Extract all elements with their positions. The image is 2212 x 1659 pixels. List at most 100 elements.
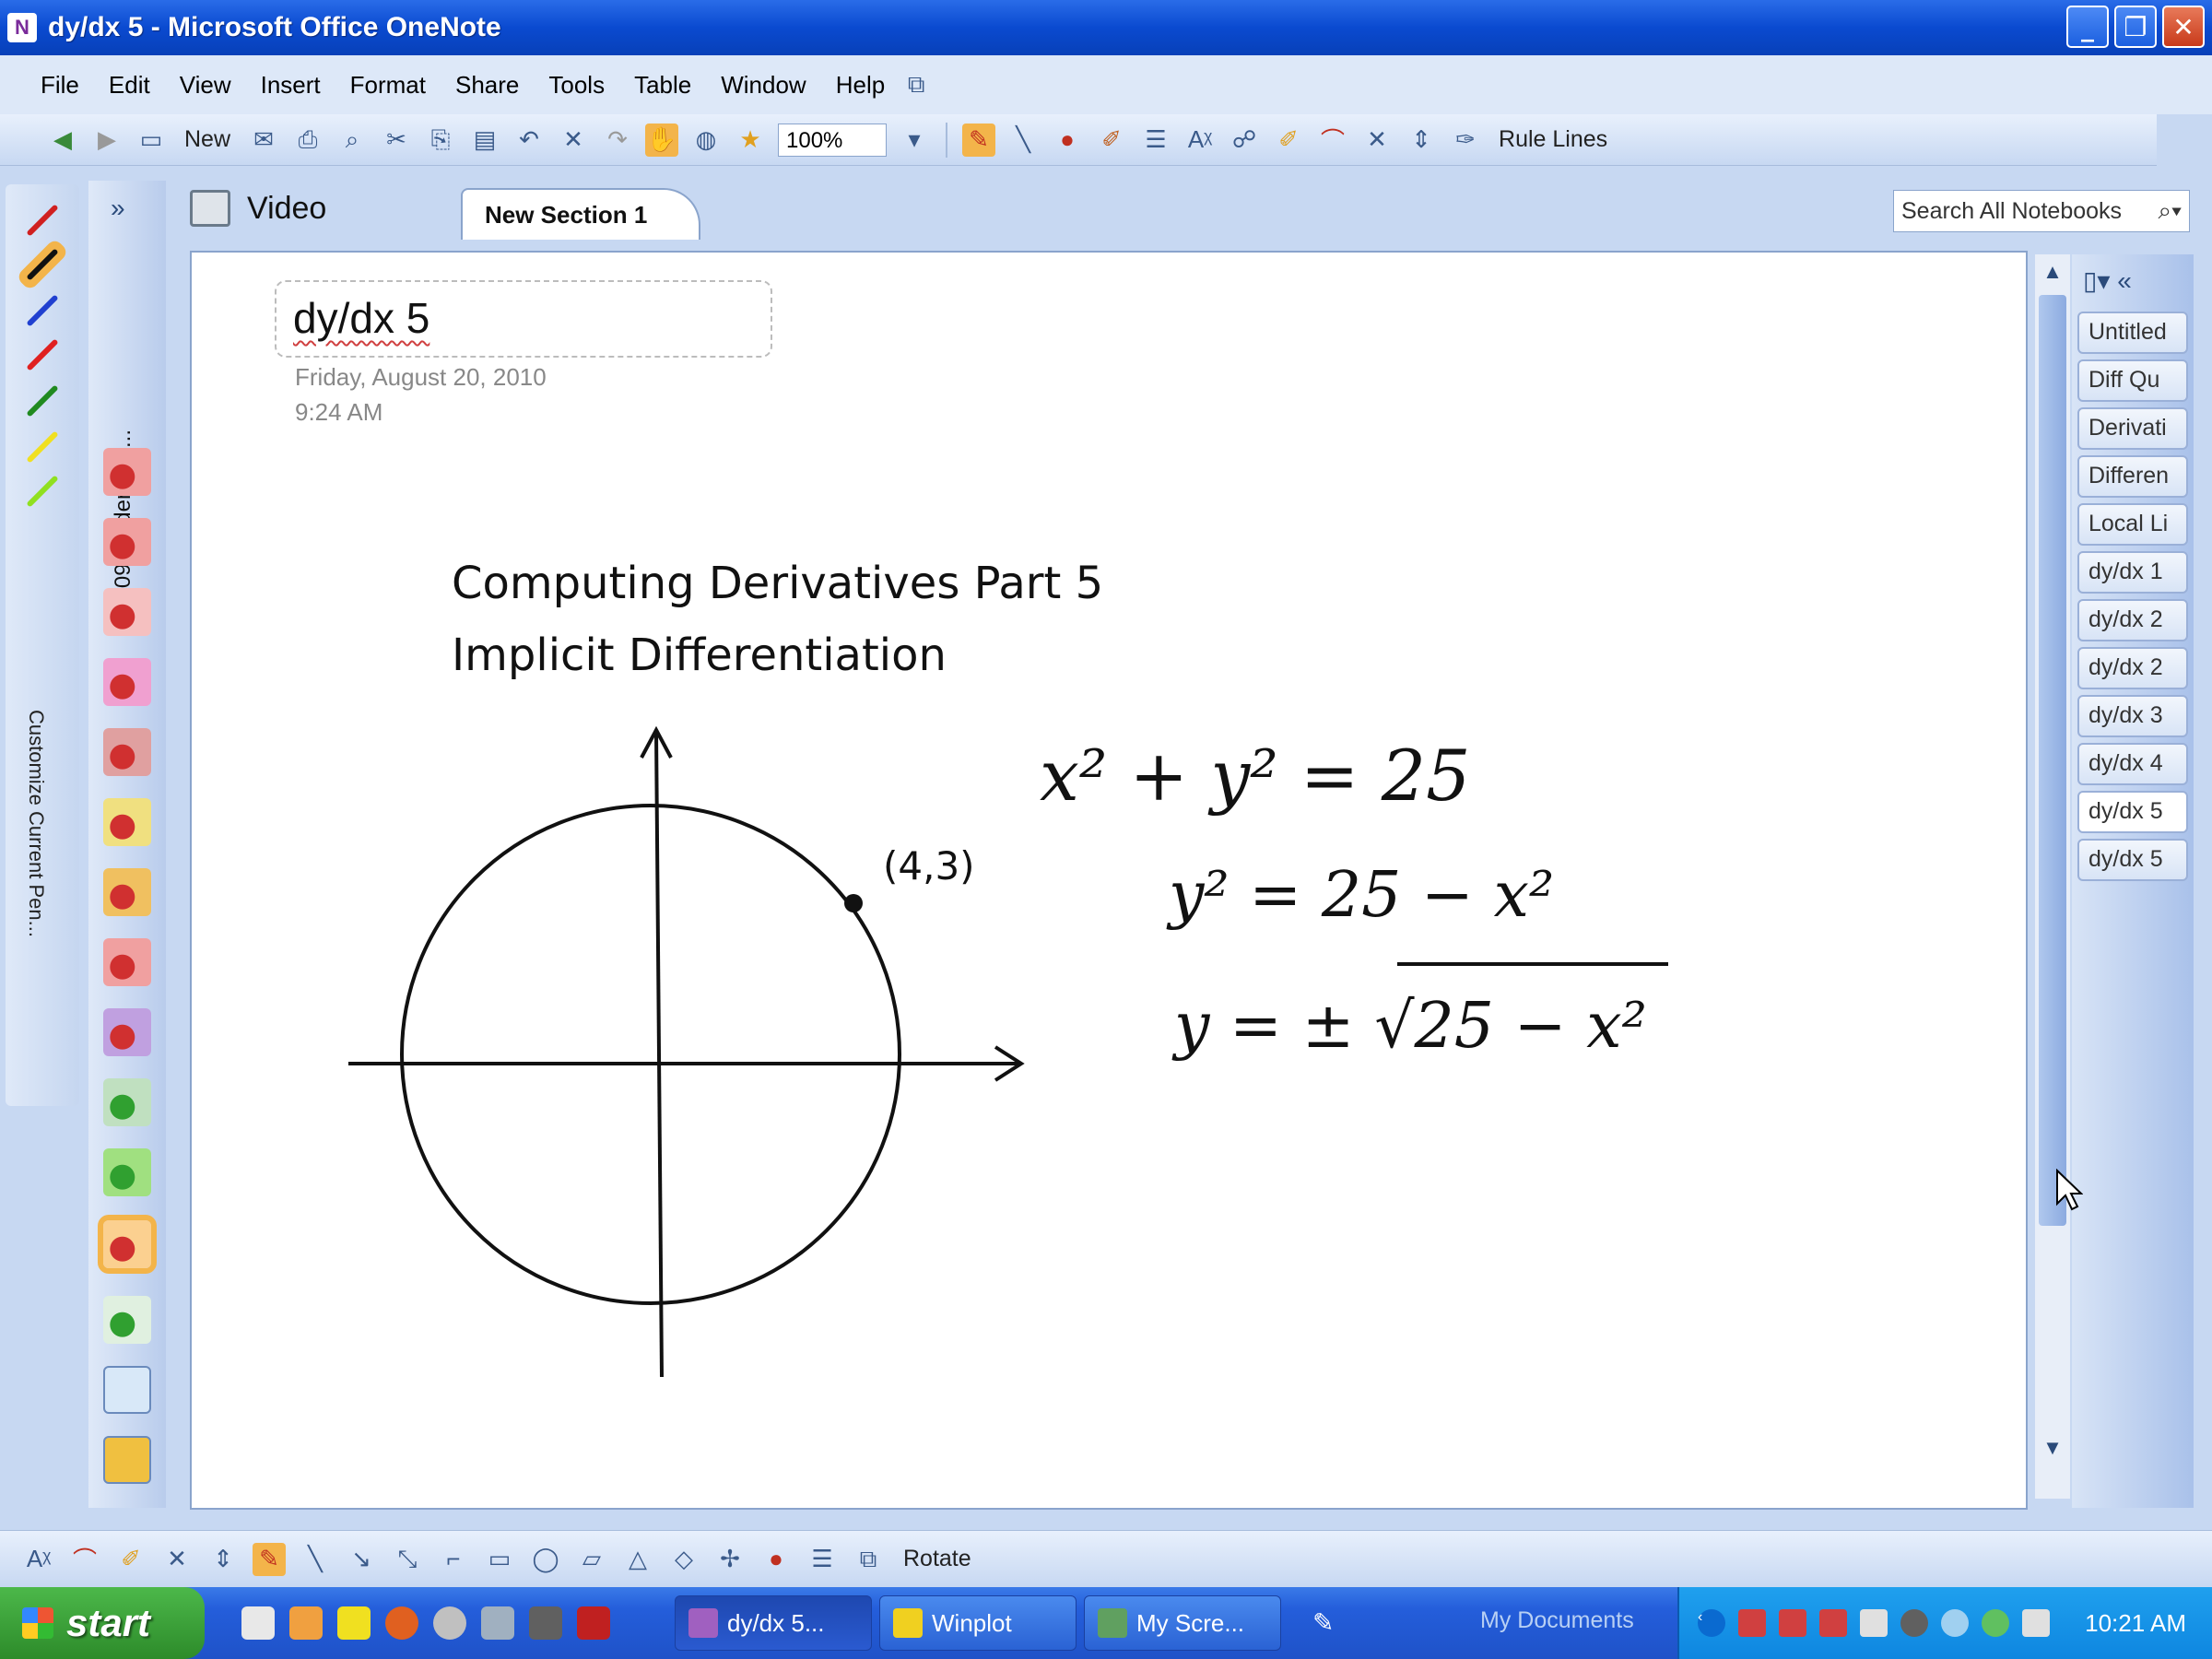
menu-window[interactable]: Window — [706, 71, 820, 100]
highlighter-icon[interactable]: ✐ — [1095, 124, 1128, 157]
lasso-select-icon[interactable]: ⌒ — [68, 1543, 101, 1576]
page-scrollbar[interactable]: ▲ ▼ — [2035, 254, 2070, 1499]
drive-icon[interactable] — [481, 1606, 514, 1640]
delete-icon[interactable]: ✕ — [557, 124, 590, 157]
page-tab[interactable]: Diff Qu — [2077, 359, 2188, 402]
task-my-screen[interactable]: My Scre... — [1084, 1595, 1281, 1651]
delete-ink-icon[interactable]: ✕ — [1360, 124, 1394, 157]
start-button[interactable]: start — [0, 1587, 205, 1659]
text-format-icon[interactable]: Aᵡ — [1183, 124, 1217, 157]
menu-help[interactable]: Help — [821, 71, 900, 100]
scroll-up-icon[interactable]: ▲ — [2041, 260, 2065, 284]
menu-insert[interactable]: Insert — [246, 71, 335, 100]
tray-icon-5[interactable] — [1900, 1609, 1928, 1637]
notebook-icon-1[interactable] — [103, 448, 151, 496]
rectangle-icon[interactable]: ▭ — [483, 1543, 516, 1576]
menu-edit[interactable]: Edit — [94, 71, 165, 100]
notebook-icon-4[interactable] — [103, 658, 151, 706]
unfiled-notes-icon[interactable] — [103, 1366, 151, 1414]
star-icon[interactable]: ★ — [734, 124, 767, 157]
page-tab-active[interactable]: dy/dx 5 — [2077, 791, 2188, 833]
eraser-icon[interactable]: ✐ — [1272, 124, 1305, 157]
notebook-icon-11[interactable] — [103, 1148, 151, 1196]
forward-icon[interactable]: ▶ — [90, 124, 124, 157]
parallelogram-icon[interactable]: ▱ — [575, 1543, 608, 1576]
print-preview-icon[interactable]: ⌕ — [335, 124, 369, 157]
ellipse-icon[interactable]: ◯ — [529, 1543, 562, 1576]
undo-icon[interactable]: ↶ — [512, 124, 546, 157]
notes-icon[interactable] — [337, 1606, 371, 1640]
arrow-icon[interactable]: ↘ — [345, 1543, 378, 1576]
notebook-icon-6[interactable] — [103, 798, 151, 846]
page-tab[interactable]: Local Li — [2077, 503, 2188, 546]
messenger-icon[interactable] — [289, 1606, 323, 1640]
new-page-icon[interactable]: ▭ — [135, 124, 168, 157]
research-icon[interactable]: ◍ — [689, 124, 723, 157]
thickness-icon[interactable]: ☰ — [806, 1543, 839, 1576]
pen-red-thin[interactable] — [26, 204, 59, 237]
pen-blue[interactable] — [26, 294, 59, 327]
notebook-icon-13[interactable] — [103, 1296, 151, 1344]
tray-icon-7[interactable] — [1982, 1609, 2009, 1637]
notebook-icon-9[interactable] — [103, 1008, 151, 1056]
tray-arrow-icon[interactable]: ‹ — [1698, 1609, 1725, 1637]
page-tab[interactable]: Differen — [2077, 455, 2188, 498]
ink-mode-icon[interactable]: ✑ — [1449, 124, 1482, 157]
tray-icon-4[interactable] — [1860, 1609, 1888, 1637]
notebook-icon-3[interactable] — [103, 588, 151, 636]
menu-format[interactable]: Format — [335, 71, 441, 100]
search-icon[interactable]: ⌕▾ — [2159, 196, 2182, 226]
insert-space-icon[interactable]: ⇕ — [1405, 124, 1438, 157]
email-icon[interactable]: ✉ — [247, 124, 280, 157]
pen-color-icon[interactable]: ● — [1051, 124, 1084, 157]
pen-black-selected[interactable] — [26, 248, 59, 281]
print-icon[interactable]: ⎙ — [291, 124, 324, 157]
double-arrow-icon[interactable]: ⤡ — [391, 1543, 424, 1576]
tray-icon-6[interactable] — [1941, 1609, 1969, 1637]
task-onenote[interactable]: dy/dx 5... — [675, 1595, 872, 1651]
insert-space-icon[interactable]: ⇕ — [206, 1543, 240, 1576]
onenote-app-icon[interactable]: N — [7, 13, 37, 42]
restore-button[interactable]: ❐ — [2114, 6, 2157, 48]
new-page-icon[interactable]: ▯▾ « — [2083, 265, 2132, 296]
page-tab[interactable]: dy/dx 3 — [2077, 695, 2188, 737]
filezilla-icon[interactable] — [577, 1606, 610, 1640]
page-tab[interactable]: Untitled — [2077, 312, 2188, 354]
notebook-icon-5[interactable] — [103, 728, 151, 776]
scroll-down-icon[interactable]: ▼ — [2041, 1436, 2065, 1460]
settings-icon[interactable] — [529, 1606, 562, 1640]
page-tab[interactable]: dy/dx 5 — [2077, 839, 2188, 881]
copy-icon[interactable]: ⎘ — [424, 124, 457, 157]
clock[interactable]: 10:21 AM — [2085, 1609, 2186, 1638]
notebook-icon-2[interactable] — [103, 518, 151, 566]
line-weight-icon[interactable]: ☰ — [1139, 124, 1172, 157]
tray-icon-1[interactable] — [1738, 1609, 1766, 1637]
delete-icon[interactable]: ✕ — [160, 1543, 194, 1576]
line-tool-icon[interactable]: ╲ — [1006, 124, 1040, 157]
page-tab[interactable]: dy/dx 1 — [2077, 551, 2188, 594]
menu-tools[interactable]: Tools — [534, 71, 619, 100]
new-button[interactable]: New — [179, 126, 236, 153]
page-tab[interactable]: Derivati — [2077, 407, 2188, 450]
ink-to-text-icon[interactable]: ☍ — [1228, 124, 1261, 157]
page-canvas[interactable]: dy/dx 5 Friday, August 20, 2010 9:24 AM … — [190, 251, 2028, 1510]
redo-icon[interactable]: ↷ — [601, 124, 634, 157]
app-icon[interactable] — [433, 1606, 466, 1640]
zoom-dropdown-icon[interactable]: ▾ — [898, 124, 931, 157]
cut-icon[interactable]: ✂ — [380, 124, 413, 157]
scroll-thumb[interactable] — [2039, 295, 2066, 1226]
notebook-icon-8[interactable] — [103, 938, 151, 986]
section-tab-new-section-1[interactable]: New Section 1 — [461, 188, 700, 240]
pan-tool-icon[interactable]: ✋ — [645, 123, 679, 157]
menu-share[interactable]: Share — [441, 71, 534, 100]
minimize-button[interactable]: _ — [2066, 6, 2109, 48]
page-tab[interactable]: dy/dx 2 — [2077, 647, 2188, 689]
tray-icon-3[interactable] — [1819, 1609, 1847, 1637]
search-input[interactable]: Search All Notebooks ⌕▾ — [1893, 190, 2190, 232]
connector-icon[interactable]: ⌐ — [437, 1543, 470, 1576]
customize-pen-label[interactable]: Customize Current Pen... — [24, 710, 48, 937]
menu-view[interactable]: View — [165, 71, 246, 100]
pen-green[interactable] — [26, 384, 59, 418]
all-notebooks-icon[interactable] — [103, 1436, 151, 1484]
triangle-icon[interactable]: △ — [621, 1543, 654, 1576]
